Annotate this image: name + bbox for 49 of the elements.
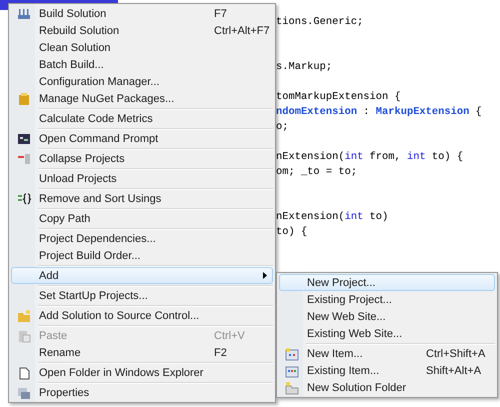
folder-icon — [17, 308, 31, 322]
code-line: ndomExtension : MarkupExtension { — [276, 105, 483, 120]
menu-item[interactable]: Configuration Manager... — [11, 73, 273, 90]
menu-item[interactable]: Add — [11, 267, 273, 284]
code-line: tions.Generic; — [276, 15, 364, 30]
code-line: nExtension(int to) — [276, 210, 390, 225]
menu-item[interactable]: Collapse Projects — [11, 150, 273, 167]
braces-icon — [17, 192, 31, 206]
menu-item[interactable]: Calculate Code Metrics — [11, 110, 273, 127]
menu-item[interactable]: Rename F2 — [11, 344, 273, 361]
menu-item[interactable]: Build Solution F7 — [11, 5, 273, 22]
menu-item[interactable]: Open Folder in Windows Explorer — [11, 364, 273, 381]
code-line: tomMarkupExtension { — [276, 90, 402, 105]
code-line: s.Markup; — [276, 60, 334, 75]
menu-item[interactable]: Copy Path — [11, 210, 273, 227]
console-icon — [17, 132, 31, 146]
menu-item[interactable]: New Project... — [279, 274, 495, 291]
build-icon — [17, 6, 31, 20]
code-line: o; — [276, 120, 290, 135]
menu-item[interactable]: Remove and Sort Usings — [11, 190, 273, 207]
submenu-arrow-icon — [263, 272, 267, 279]
menu-item[interactable]: Open Command Prompt — [11, 130, 273, 147]
menu-item[interactable]: Existing Web Site... — [279, 325, 495, 342]
menu-item[interactable]: Set StartUp Projects... — [11, 287, 273, 304]
code-line: to) { — [276, 225, 308, 240]
menu-item[interactable]: Existing Item... Shift+Alt+A — [279, 362, 495, 379]
menu-item[interactable]: Existing Project... — [279, 291, 495, 308]
code-line: nExtension(int from, int to) { — [276, 150, 464, 165]
menu-item[interactable]: New Web Site... — [279, 308, 495, 325]
code-line: om; _to = to; — [276, 165, 358, 180]
grid-icon — [285, 364, 299, 378]
package-icon — [17, 92, 31, 106]
menu-item[interactable]: Properties — [11, 384, 273, 401]
menu-item[interactable]: Batch Build... — [11, 56, 273, 73]
properties-icon — [17, 386, 31, 400]
new-folder-icon — [285, 380, 299, 394]
new-item-icon — [285, 346, 299, 360]
menu-item[interactable]: Project Build Order... — [11, 247, 273, 264]
menu-item[interactable]: Project Dependencies... — [11, 230, 273, 247]
collapse-icon — [17, 152, 31, 166]
document-icon — [17, 366, 31, 380]
menu-item[interactable]: Manage NuGet Packages... — [11, 90, 273, 107]
menu-item[interactable]: Rebuild Solution Ctrl+Alt+F7 — [11, 22, 273, 39]
menu-item[interactable]: Add Solution to Source Control... — [11, 307, 273, 324]
menu-item[interactable]: New Item... Ctrl+Shift+A — [279, 345, 495, 362]
menu-item[interactable]: Unload Projects — [11, 170, 273, 187]
menu-item[interactable]: Clean Solution — [11, 39, 273, 56]
clipboard-icon — [17, 328, 31, 342]
menu-item[interactable]: New Solution Folder — [279, 379, 495, 396]
